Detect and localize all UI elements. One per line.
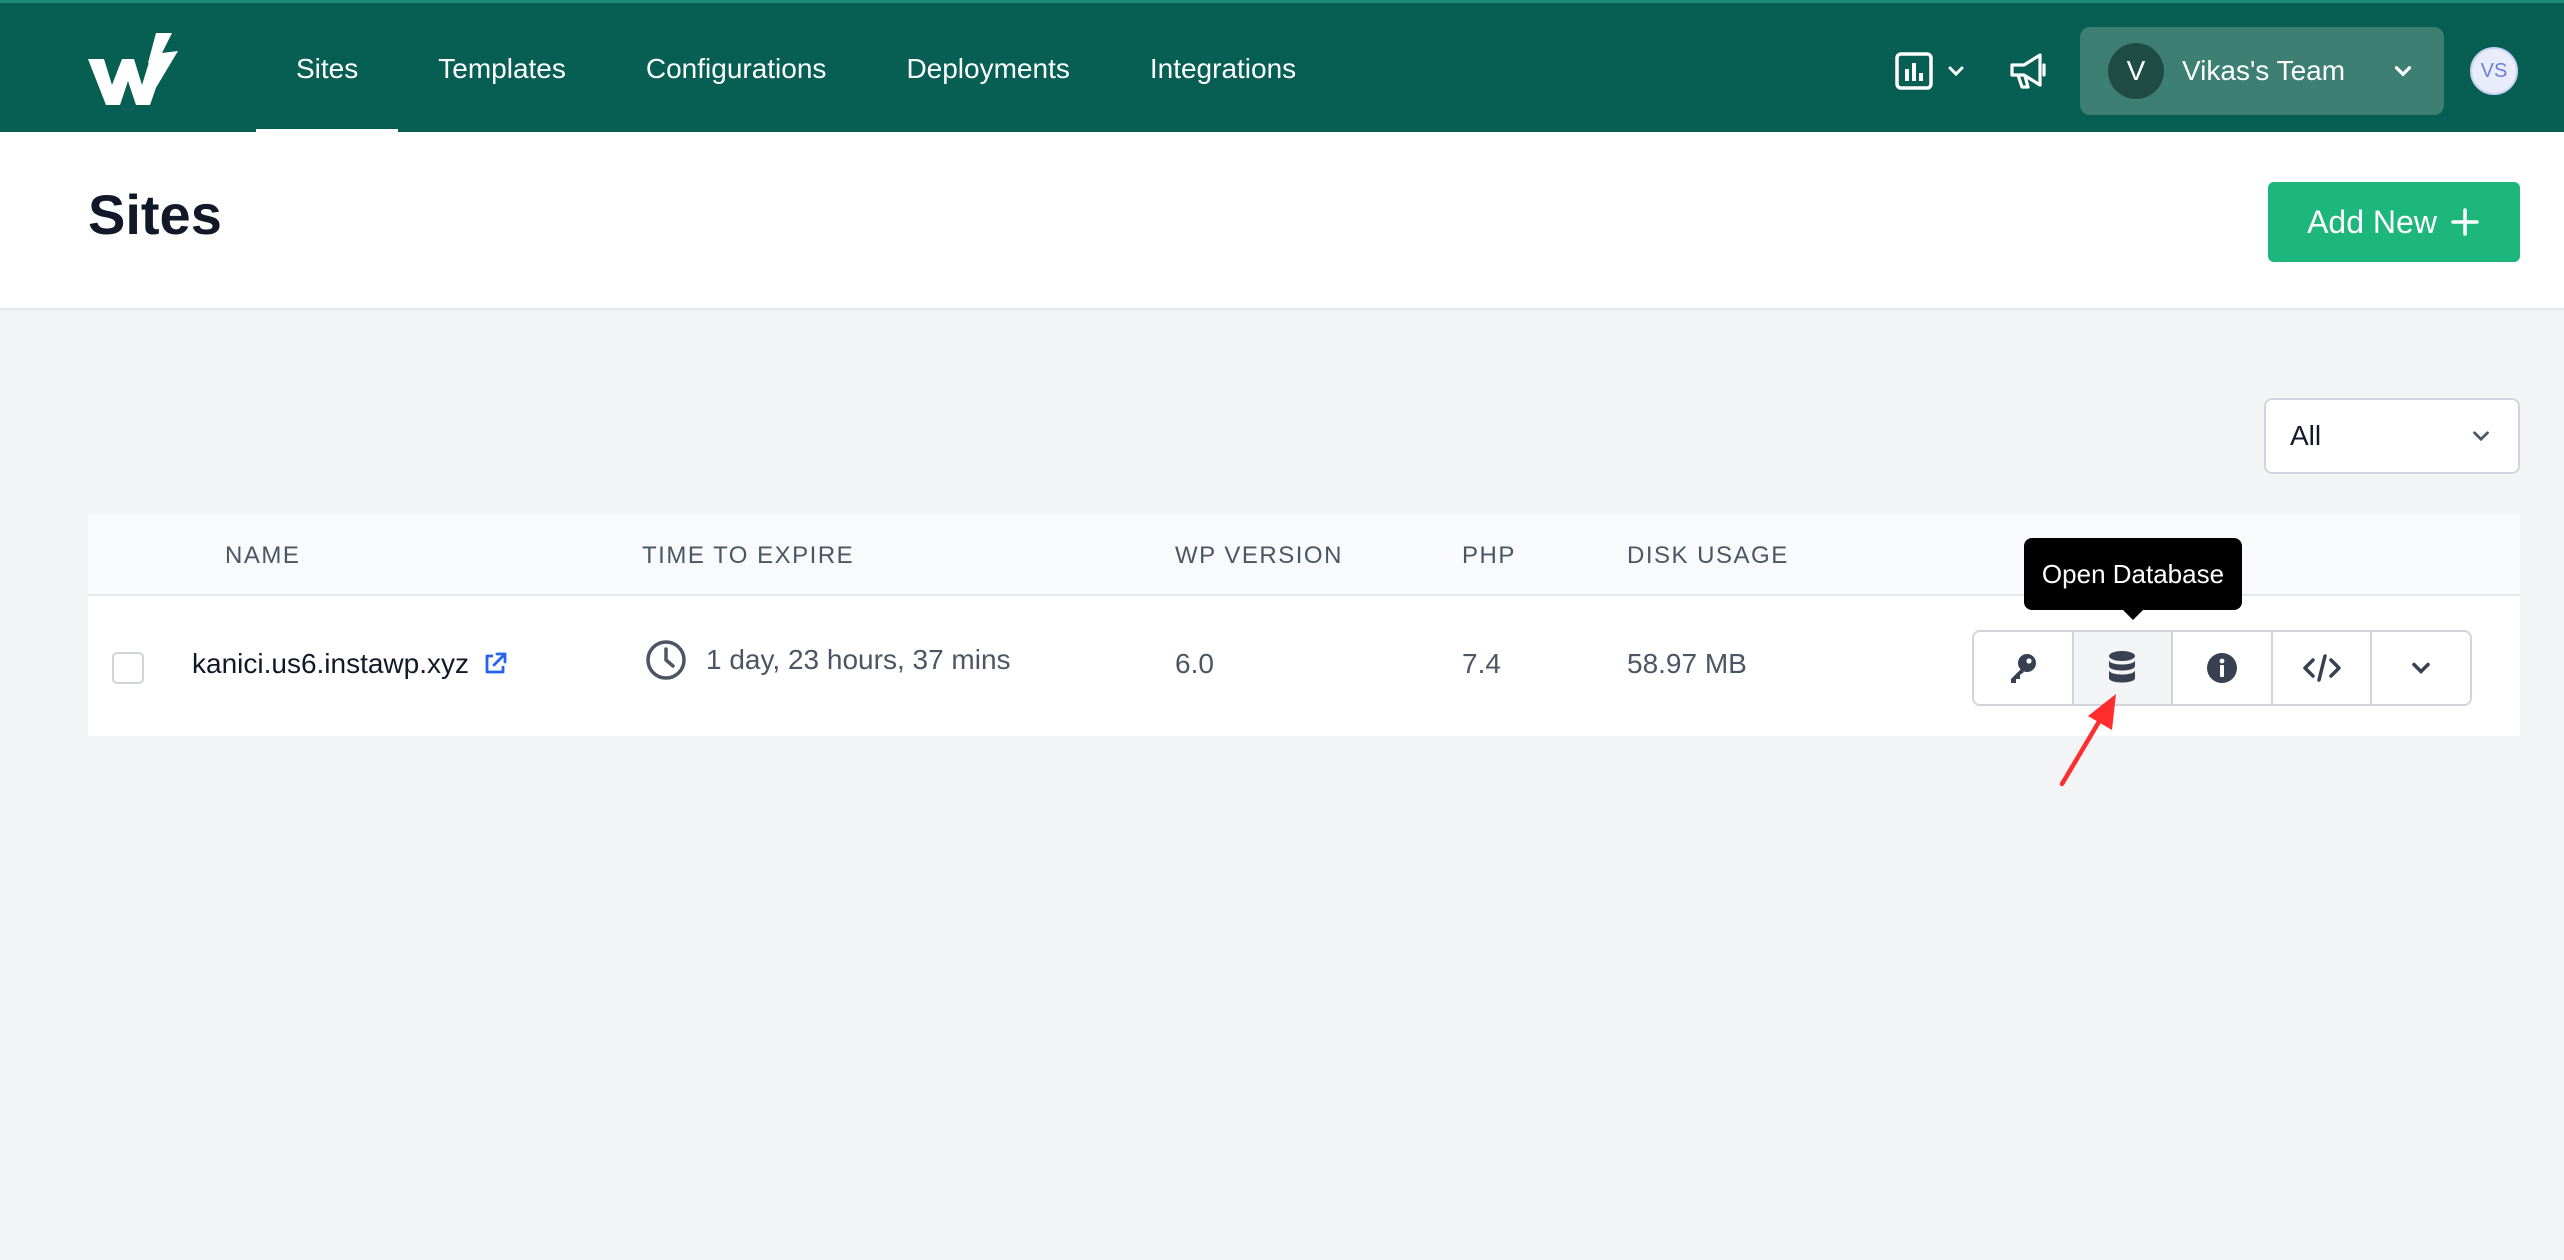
table-row: kanici.us6.instawp.xyz 1 day, 23 hours, … (88, 596, 2520, 736)
nav-templates[interactable]: Templates (398, 3, 606, 135)
bar-chart-icon (1895, 52, 1933, 90)
database-icon (2109, 651, 2136, 683)
column-header-disk-usage: DISK USAGE (1627, 542, 1789, 569)
annotation-arrow-icon (2059, 694, 2116, 787)
external-link-icon[interactable] (481, 650, 509, 678)
row-actions-group (1972, 630, 2472, 706)
disk-usage-value: 58.97 MB (1627, 648, 1747, 679)
site-name-cell: kanici.us6.instawp.xyz (192, 648, 509, 680)
site-filter-select[interactable]: All (2264, 398, 2520, 474)
clock-icon (646, 640, 686, 680)
megaphone-icon (2010, 53, 2046, 89)
chevron-down-icon (2412, 662, 2430, 674)
chevron-down-icon (2473, 431, 2489, 442)
analytics-menu-button[interactable] (1894, 49, 1970, 93)
page-title: Sites (88, 183, 222, 246)
info-icon (2206, 653, 2237, 683)
page-header: Sites Add New (0, 132, 2564, 310)
time-to-expire-cell: 1 day, 23 hours, 37 mins (644, 638, 1011, 682)
time-to-expire-value: 1 day, 23 hours, 37 mins (706, 644, 1011, 675)
code-editor-button[interactable] (2273, 632, 2373, 704)
main-nav: Sites Templates Configurations Deploymen… (256, 3, 1336, 135)
nav-integrations[interactable]: Integrations (1110, 3, 1336, 135)
row-select-checkbox[interactable] (112, 652, 144, 684)
chevron-down-icon (2394, 66, 2412, 77)
column-header-time-to-expire: TIME TO EXPIRE (642, 542, 855, 569)
open-database-tooltip: Open Database (2024, 538, 2242, 620)
key-icon (2010, 654, 2036, 683)
filter-selected-value: All (2290, 420, 2322, 451)
team-name: Vikas's Team (2182, 55, 2346, 86)
site-name-link[interactable]: kanici.us6.instawp.xyz (192, 648, 469, 680)
team-switcher[interactable]: V Vikas's Team (2080, 27, 2444, 115)
announcements-button[interactable] (2006, 49, 2050, 93)
site-info-button[interactable] (2173, 632, 2273, 704)
column-header-wp-version: WP VERSION (1175, 542, 1343, 569)
column-header-name: NAME (225, 542, 301, 569)
team-avatar: V (2108, 43, 2164, 99)
user-avatar[interactable]: VS (2470, 47, 2518, 95)
plus-icon (2451, 208, 2479, 236)
add-new-label: Add New (2307, 203, 2437, 240)
top-navbar: Sites Templates Configurations Deploymen… (0, 0, 2564, 135)
column-header-php: PHP (1462, 542, 1516, 569)
code-icon (2302, 654, 2341, 682)
nav-configurations[interactable]: Configurations (606, 3, 867, 135)
nav-deployments[interactable]: Deployments (866, 3, 1109, 135)
chevron-down-icon (1948, 66, 1964, 77)
php-version-value: 7.4 (1462, 648, 1501, 679)
add-new-button[interactable]: Add New (2268, 182, 2520, 262)
more-actions-dropdown[interactable] (2372, 632, 2470, 704)
nav-sites[interactable]: Sites (256, 3, 399, 135)
instawp-logo[interactable] (86, 33, 178, 109)
wp-version-value: 6.0 (1175, 648, 1214, 679)
